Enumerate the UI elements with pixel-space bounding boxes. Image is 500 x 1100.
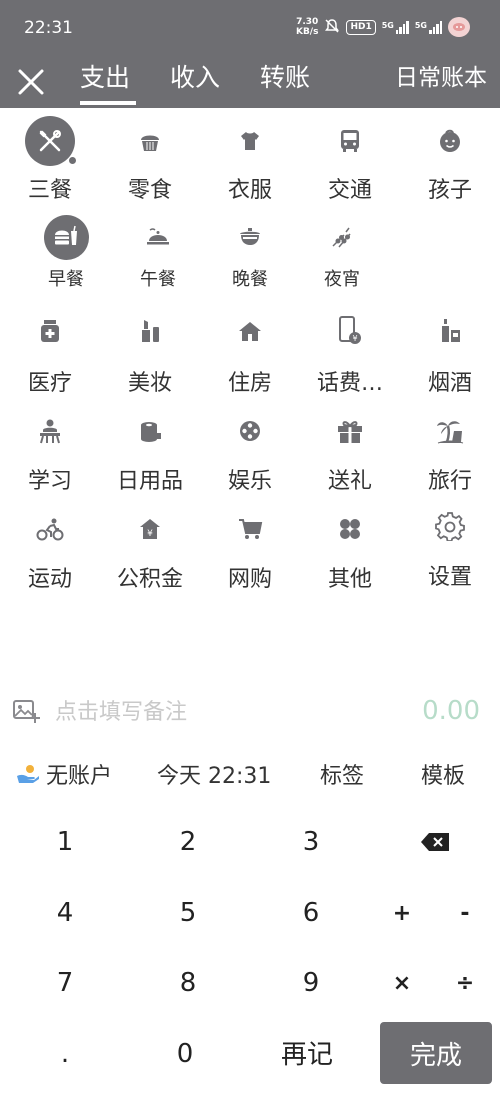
clover-icon: [340, 519, 360, 539]
palm-tree-icon: [437, 421, 464, 444]
category-kids[interactable]: 孩子: [400, 112, 500, 208]
tab-transfer[interactable]: 转账: [260, 58, 310, 104]
subcategory-dinner[interactable]: 晚餐: [204, 214, 296, 290]
bus-icon: [341, 130, 359, 152]
category-settings[interactable]: 设置: [400, 503, 500, 599]
category-sports[interactable]: 运动: [0, 503, 100, 599]
shirt-icon: [241, 132, 259, 150]
mute-icon: [324, 18, 340, 37]
backspace-button[interactable]: [380, 812, 490, 872]
subcategory-late-snack[interactable]: 夜宵: [296, 214, 388, 290]
category-study[interactable]: 学习: [0, 405, 100, 501]
status-bar: 22:31 7.30 KB/s HD1 5G 5G: [0, 0, 500, 58]
key-divide[interactable]: ÷: [435, 953, 495, 1013]
category-meals[interactable]: 三餐: [0, 112, 100, 208]
phone-bill-icon: ¥: [339, 316, 361, 344]
key-8[interactable]: 8: [133, 953, 243, 1013]
category-medical[interactable]: 医疗: [0, 305, 100, 401]
category-snacks[interactable]: 零食: [100, 112, 200, 208]
datetime-selector[interactable]: 今天 22:31: [157, 758, 271, 790]
ledger-selector[interactable]: 日常账本: [395, 58, 487, 98]
add-image-icon: [13, 700, 40, 723]
add-image-button[interactable]: [12, 698, 42, 726]
close-icon: [18, 69, 44, 95]
status-icons: 7.30 KB/s HD1 5G 5G: [296, 17, 470, 37]
tissue-icon: [141, 422, 161, 442]
done-button[interactable]: 完成: [380, 1022, 492, 1084]
subcategory-breakfast[interactable]: 早餐: [20, 214, 112, 290]
category-cosmetics[interactable]: 美妆: [100, 305, 200, 401]
category-other[interactable]: 其他: [300, 503, 400, 599]
status-time: 22:31: [24, 18, 73, 38]
house-icon: [239, 322, 261, 341]
medicine-icon: [41, 320, 59, 342]
options-row: 无账户 今天 22:31 标签 模板: [0, 750, 500, 796]
active-tab-indicator: [80, 101, 136, 105]
skewer-icon: [332, 227, 351, 248]
key-2[interactable]: 2: [133, 812, 243, 872]
category-transport[interactable]: 交通: [300, 112, 400, 208]
key-4[interactable]: 4: [10, 883, 120, 943]
category-travel[interactable]: 旅行: [400, 405, 500, 501]
gear-icon: [435, 512, 465, 541]
category-entertainment[interactable]: 娱乐: [200, 405, 300, 501]
tag-selector[interactable]: 标签: [320, 758, 364, 790]
close-button[interactable]: [14, 65, 48, 99]
svg-text:¥: ¥: [352, 334, 357, 343]
cupcake-icon: [141, 135, 159, 151]
pot-icon: [240, 228, 260, 245]
key-minus[interactable]: -: [435, 883, 495, 943]
film-reel-icon: [240, 421, 260, 441]
baby-icon: [440, 129, 460, 152]
hd-badge: HD1: [346, 19, 376, 35]
key-times[interactable]: ×: [372, 953, 432, 1013]
signal-icon-1: 5G: [382, 20, 409, 34]
key-7[interactable]: 7: [10, 953, 120, 1013]
fund-house-icon: ¥: [140, 519, 160, 539]
svg-text:¥: ¥: [147, 529, 153, 539]
key-1[interactable]: 1: [10, 812, 120, 872]
network-speed: 7.30 KB/s: [295, 17, 319, 37]
key-3[interactable]: 3: [256, 812, 366, 872]
key-plus[interactable]: +: [372, 883, 432, 943]
key-6[interactable]: 6: [256, 883, 366, 943]
note-input[interactable]: [55, 694, 355, 730]
account-selector[interactable]: 无账户: [46, 758, 112, 790]
gift-icon: [338, 421, 362, 443]
battery-avatar-icon: [448, 17, 470, 37]
cycling-icon: [36, 518, 64, 541]
category-clothes[interactable]: 衣服: [200, 112, 300, 208]
tab-income[interactable]: 收入: [170, 58, 220, 104]
signal-icon-2: 5G: [415, 20, 442, 34]
key-5[interactable]: 5: [133, 883, 243, 943]
key-0[interactable]: 0: [130, 1024, 240, 1084]
backspace-icon: [421, 833, 449, 851]
amount-display: 0.00: [422, 696, 480, 726]
category-gift[interactable]: 送礼: [300, 405, 400, 501]
category-tobacco-alcohol[interactable]: 烟酒: [400, 305, 500, 401]
burger-drink-icon: [43, 214, 89, 260]
header-bar: 支出 收入 转账 日常账本: [0, 58, 500, 108]
tab-expense[interactable]: 支出: [80, 58, 130, 104]
category-phone-bill[interactable]: ¥ 话费…: [300, 305, 400, 401]
subcategory-lunch[interactable]: 午餐: [112, 214, 204, 290]
key-dot[interactable]: .: [10, 1024, 120, 1084]
cloche-icon: [147, 228, 169, 245]
study-icon: [40, 419, 60, 444]
note-row: 0.00: [0, 688, 500, 736]
hand-coin-icon: [17, 765, 39, 783]
category-daily-goods[interactable]: 日用品: [100, 405, 200, 501]
record-again-button[interactable]: 再记: [252, 1022, 362, 1082]
dining-icon: [25, 116, 77, 166]
cosmetics-icon: [142, 320, 159, 342]
category-online-shopping[interactable]: 网购: [200, 503, 300, 599]
category-housing-fund[interactable]: ¥ 公积金: [100, 503, 200, 599]
template-selector[interactable]: 模板: [421, 758, 465, 790]
cart-icon: [239, 519, 263, 539]
tobacco-alcohol-icon: [442, 319, 460, 342]
key-9[interactable]: 9: [256, 953, 366, 1013]
category-housing[interactable]: 住房: [200, 305, 300, 401]
